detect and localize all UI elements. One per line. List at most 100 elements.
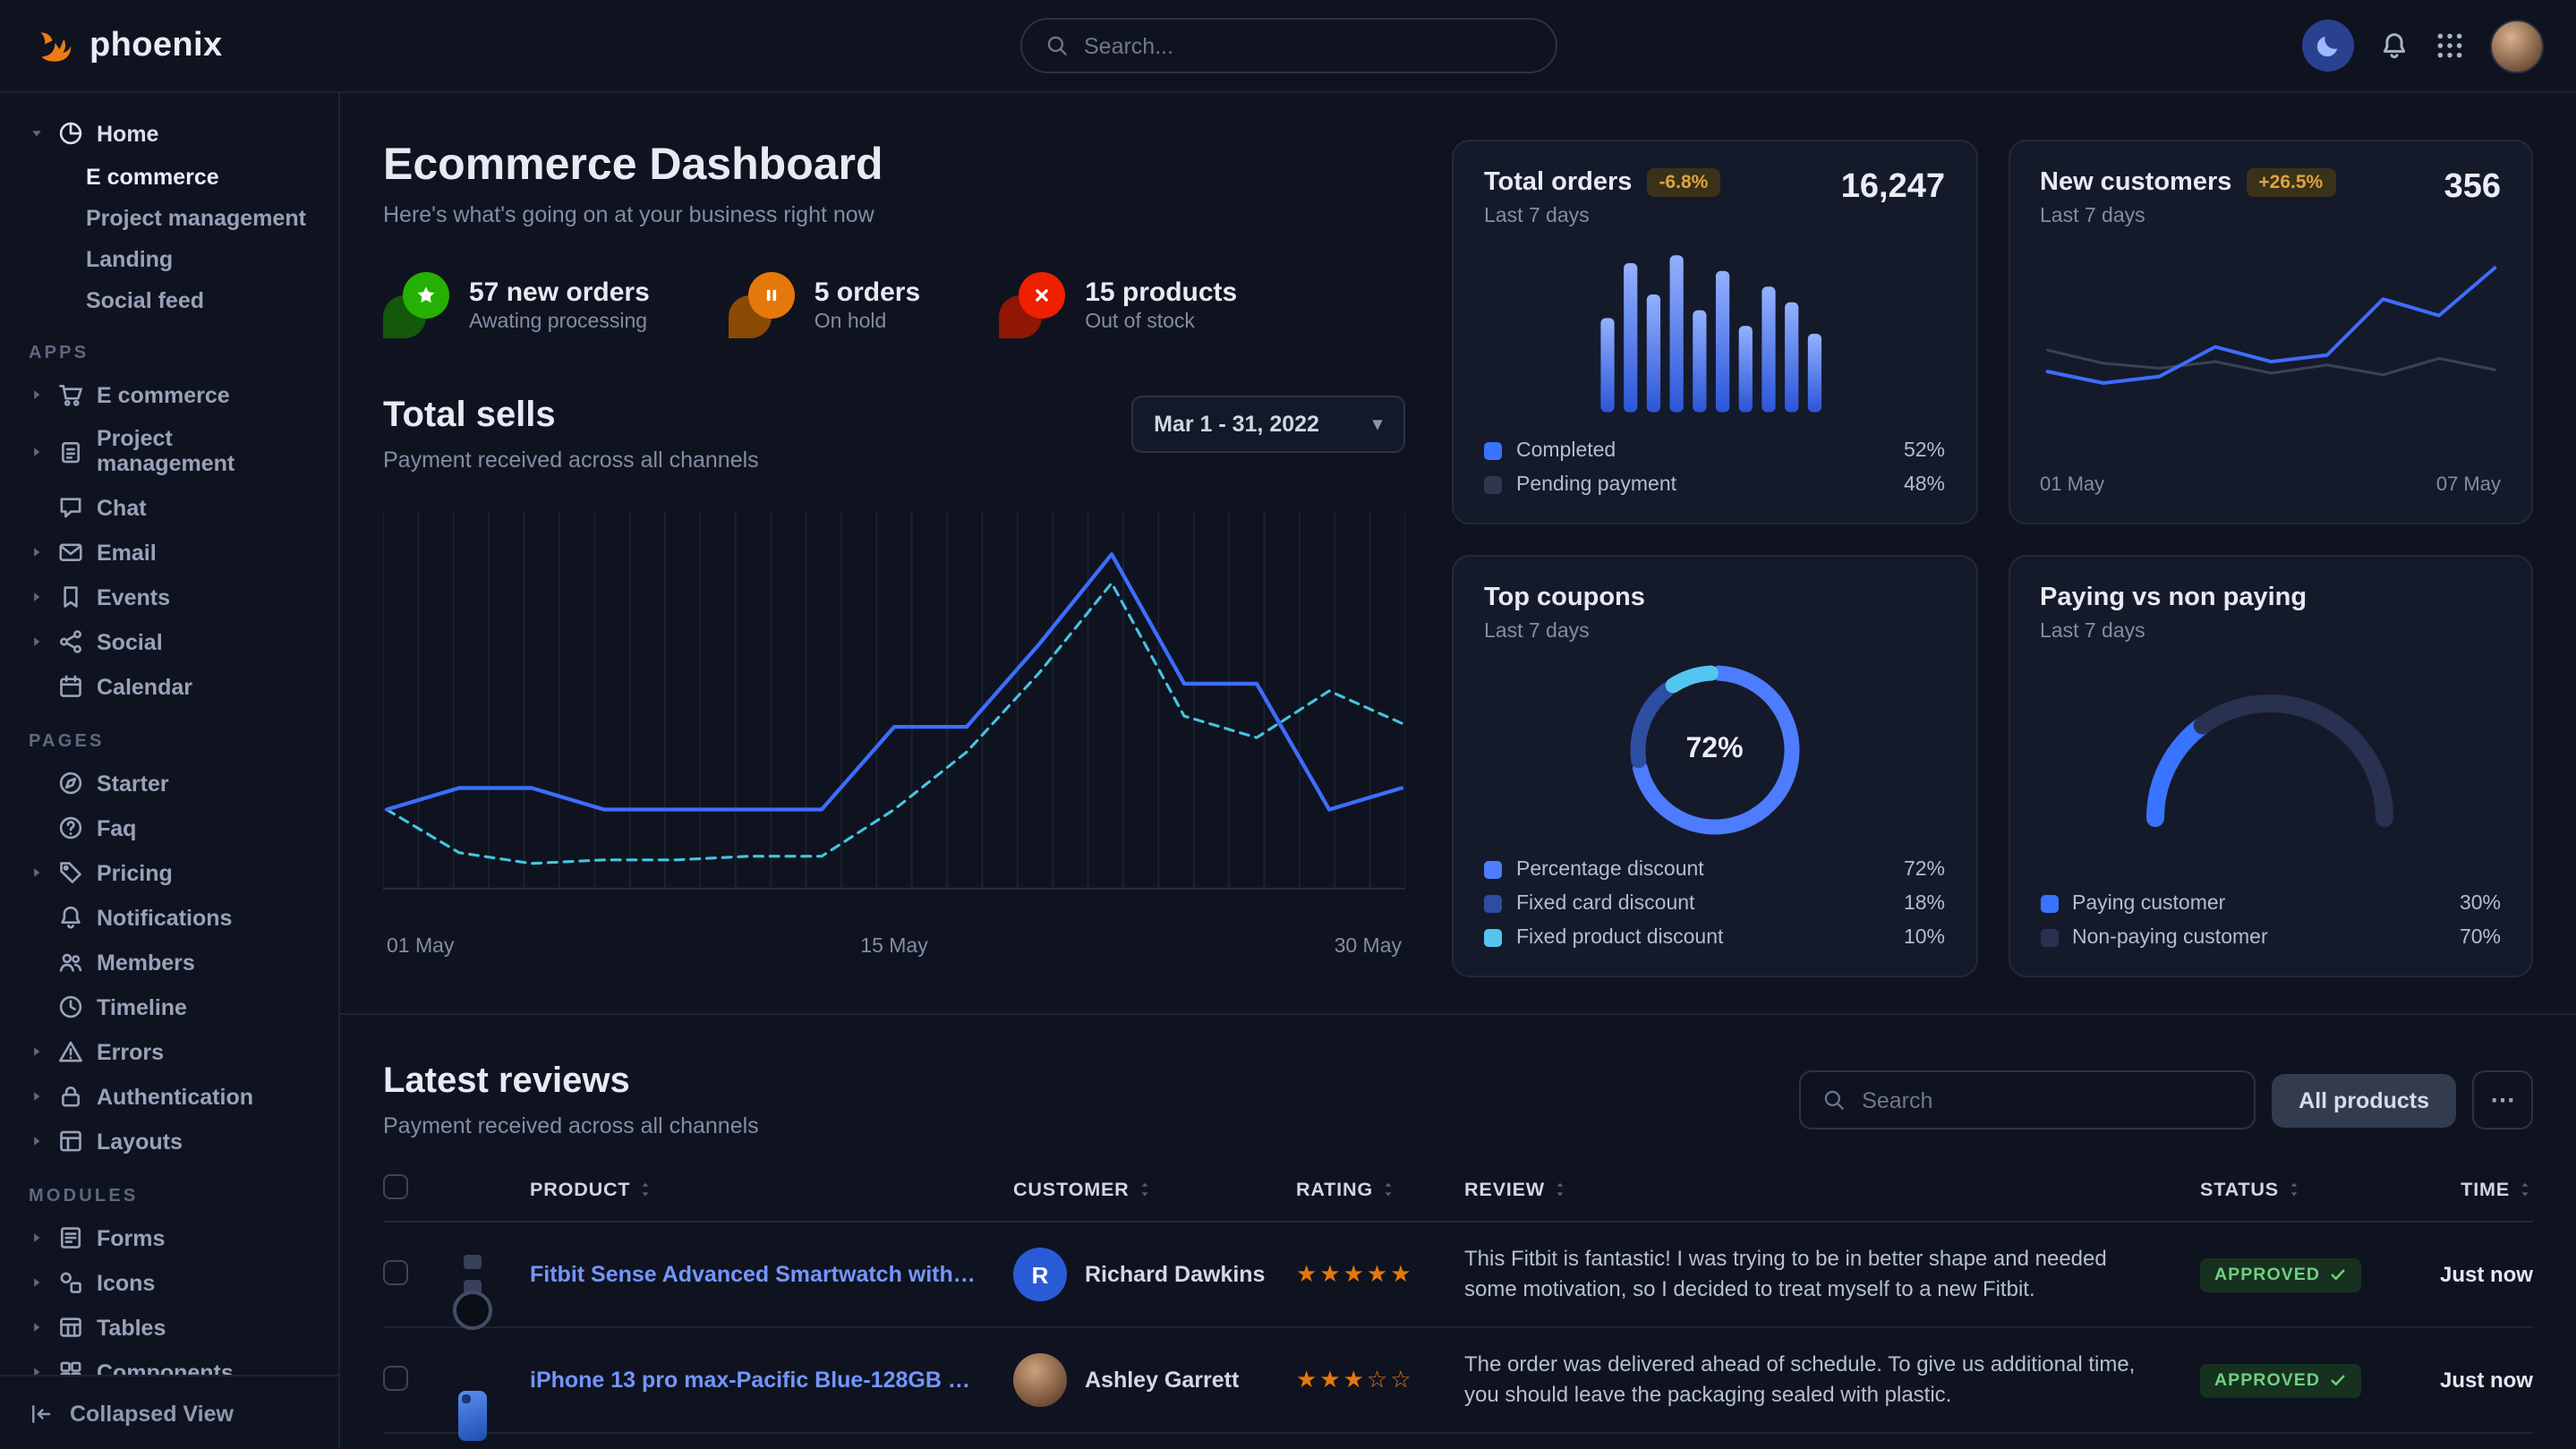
reviews-search-input[interactable] [1862, 1087, 2232, 1112]
sidebar-item-email[interactable]: Email [18, 530, 320, 575]
sidebar-item-events[interactable]: Events [18, 575, 320, 619]
caret-right-icon [29, 865, 45, 881]
column-header-customer[interactable]: CUSTOMER [1013, 1179, 1296, 1200]
sidebar-nav: HomeE commerceProject managementLandingS… [0, 93, 338, 1375]
column-label: TIME [2461, 1179, 2510, 1200]
all-products-button[interactable]: All products [2272, 1073, 2456, 1127]
checkbox-cell [383, 1365, 437, 1395]
caret-right-icon [29, 544, 45, 560]
sidebar-item-forms[interactable]: Forms [18, 1215, 320, 1260]
warning-icon [57, 1038, 84, 1065]
sidebar-item-label: Events [97, 584, 170, 609]
pie-chart-icon [57, 120, 84, 147]
sidebar-collapse-button[interactable]: Collapsed View [0, 1375, 338, 1449]
sidebar-item-starter[interactable]: Starter [18, 761, 320, 805]
stat-caption: On hold [815, 311, 920, 333]
card-title: New customers [2040, 168, 2231, 197]
sidebar-subitem-landing[interactable]: Landing [18, 238, 320, 279]
row-checkbox[interactable] [383, 1174, 408, 1199]
row-checkbox[interactable] [383, 1259, 408, 1284]
column-header-review[interactable]: REVIEW [1464, 1179, 2200, 1200]
sidebar-item-label: Timeline [97, 994, 187, 1019]
sidebar-item-label: Forms [97, 1225, 165, 1250]
more-options-button[interactable]: ⋯ [2472, 1070, 2533, 1129]
reviews-search[interactable] [1799, 1070, 2256, 1129]
column-header-status[interactable]: STATUS [2200, 1179, 2401, 1200]
sidebar-item-icons[interactable]: Icons [18, 1260, 320, 1305]
stat-caption: Awating processing [469, 311, 650, 333]
column-header-product[interactable]: PRODUCT [530, 1179, 1013, 1200]
sidebar-item-social[interactable]: Social [18, 619, 320, 664]
brand-logo[interactable]: phoenix [32, 23, 223, 68]
caret-right-icon [29, 1230, 45, 1246]
sidebar-item-label: Starter [97, 771, 169, 796]
checkbox-cell [383, 1259, 437, 1290]
stat-out-of-stock: 15 productsOut of stock [999, 272, 1237, 338]
sidebar-subitem-project-management[interactable]: Project management [18, 197, 320, 238]
sidebar-item-timeline[interactable]: Timeline [18, 984, 320, 1029]
stat-on-hold: 5 ordersOn hold [729, 272, 920, 338]
grid-icon [2435, 30, 2465, 61]
page-title: Ecommerce Dashboard [383, 140, 1405, 192]
notifications-button[interactable] [2379, 30, 2410, 61]
card-total-orders: Total orders -6.8% Last 7 days 16,247 [1452, 140, 1977, 524]
legend-label: Completed [1516, 440, 1616, 462]
search-input[interactable] [1084, 33, 1531, 58]
x-label: 15 May [860, 936, 927, 958]
top-coupons-donut-chart: 72% [1622, 657, 1808, 843]
sidebar-item-authentication[interactable]: Authentication [18, 1074, 320, 1119]
theme-toggle-button[interactable] [2302, 20, 2354, 72]
sidebar-subitem-e-commerce[interactable]: E commerce [18, 156, 320, 197]
sidebar-item-members[interactable]: Members [18, 940, 320, 984]
user-avatar[interactable] [2490, 19, 2544, 72]
x-label: 07 May [2436, 474, 2501, 496]
sidebar-item-layouts[interactable]: Layouts [18, 1119, 320, 1163]
column-header-rating[interactable]: RATING [1296, 1179, 1464, 1200]
trend-badge: +26.5% [2246, 168, 2335, 197]
customer-name: Ashley Garrett [1085, 1368, 1239, 1393]
table-head: PRODUCTCUSTOMERRATINGREVIEWSTATUS TIME [383, 1174, 2533, 1223]
chevron-down-icon: ▾ [1373, 414, 1382, 434]
legend-item-fixed-card-discount: Fixed card discount18% [1484, 893, 1945, 915]
sidebar: HomeE commerceProject managementLandingS… [0, 93, 340, 1449]
date-range-select[interactable]: Mar 1 - 31, 2022 ▾ [1130, 396, 1405, 453]
paying-gauge-chart [2040, 664, 2501, 829]
sidebar-item-e-commerce[interactable]: E commerce [18, 372, 320, 417]
navbar-search[interactable] [1019, 18, 1557, 73]
sidebar-item-faq[interactable]: Faq [18, 805, 320, 850]
sidebar-item-label: Layouts [97, 1129, 183, 1154]
users-icon [57, 949, 84, 976]
collapse-label: Collapsed View [70, 1401, 234, 1426]
legend-value: 30% [2460, 893, 2501, 915]
sort-icon [2517, 1180, 2533, 1199]
sidebar-item-project-management[interactable]: Project management [18, 417, 320, 485]
sidebar-item-notifications[interactable]: Notifications [18, 895, 320, 940]
sidebar-item-home[interactable]: Home [18, 111, 320, 156]
card-value: 16,247 [1841, 168, 1945, 208]
column-header-time[interactable]: TIME [2401, 1179, 2533, 1200]
apps-grid-button[interactable] [2435, 30, 2465, 61]
row-checkbox[interactable] [383, 1365, 408, 1390]
legend-value: 72% [1904, 859, 1945, 881]
total-sells-title: Total sells [383, 396, 759, 437]
top-navbar: phoenix [0, 0, 2576, 93]
product-link[interactable]: iPhone 13 pro max-Pacific Blue-128GB sto… [530, 1368, 1013, 1393]
check-icon [2329, 1266, 2347, 1283]
sidebar-subitem-social-feed[interactable]: Social feed [18, 279, 320, 320]
product-link[interactable]: Fitbit Sense Advanced Smartwatch with To… [530, 1262, 1013, 1287]
header-checkbox-cell [383, 1174, 437, 1205]
sidebar-item-tables[interactable]: Tables [18, 1305, 320, 1350]
card-period: Last 7 days [1484, 621, 1645, 643]
total-orders-legend: Completed52%Pending payment48% [1484, 428, 1945, 496]
sidebar-item-components[interactable]: Components [18, 1350, 320, 1375]
brand-name: phoenix [90, 26, 223, 65]
sidebar-item-chat[interactable]: Chat [18, 485, 320, 530]
sidebar-item-calendar[interactable]: Calendar [18, 664, 320, 709]
sidebar-item-pricing[interactable]: Pricing [18, 850, 320, 895]
sidebar-item-errors[interactable]: Errors [18, 1029, 320, 1074]
sidebar-item-label: Authentication [97, 1084, 253, 1109]
stat-circle [403, 272, 449, 319]
share-icon [57, 628, 84, 655]
caret-spacer [29, 820, 45, 836]
caret-right-icon [29, 589, 45, 605]
